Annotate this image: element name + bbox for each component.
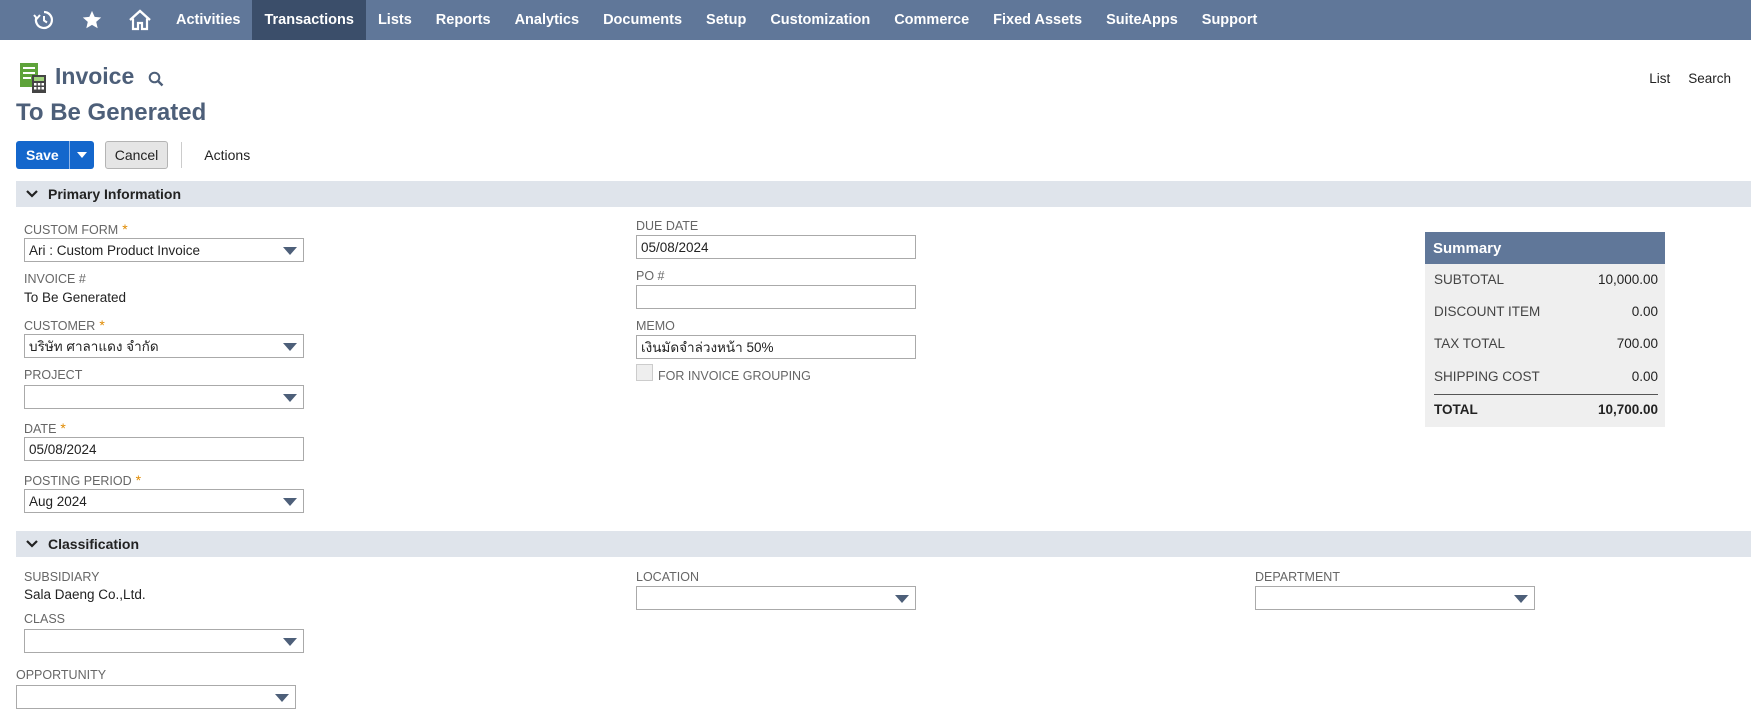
record-name: To Be Generated — [16, 99, 207, 126]
memo-input[interactable]: เงินมัดจำล่วงหน้า 50% — [636, 335, 916, 359]
summary-row-shipping: Shipping Cost 0.00 — [1434, 369, 1658, 384]
required-icon: * — [122, 221, 128, 237]
invoice-grouping-checkbox[interactable] — [636, 364, 653, 381]
save-button[interactable]: Save — [16, 141, 94, 169]
nav-transactions[interactable]: Transactions — [252, 0, 366, 40]
memo-label: Memo — [636, 319, 675, 333]
project-label: Project — [24, 368, 83, 382]
summary-row-discount: Discount Item 0.00 — [1434, 304, 1658, 319]
nav-activities[interactable]: Activities — [164, 0, 252, 40]
nav-analytics[interactable]: Analytics — [503, 0, 591, 40]
nav-commerce[interactable]: Commerce — [882, 0, 981, 40]
posting-period-label: Posting Period * — [24, 472, 142, 488]
nav-documents[interactable]: Documents — [591, 0, 694, 40]
search-icon[interactable] — [148, 71, 164, 90]
invoice-grouping-label: For Invoice Grouping — [658, 369, 811, 383]
dropdown-arrow-icon[interactable] — [895, 595, 909, 603]
location-label: Location — [636, 570, 699, 584]
location-select[interactable] — [636, 586, 916, 610]
po-number-label: PO # — [636, 269, 665, 283]
opportunity-select[interactable] — [16, 685, 296, 709]
star-icon[interactable] — [68, 0, 116, 40]
page-title: Invoice — [55, 63, 135, 89]
search-link[interactable]: Search — [1688, 71, 1731, 86]
dropdown-arrow-icon[interactable] — [283, 343, 297, 351]
custom-form-select[interactable]: Ari : Custom Product Invoice — [24, 238, 304, 262]
nav-reports[interactable]: Reports — [424, 0, 503, 40]
nav-support[interactable]: Support — [1190, 0, 1270, 40]
dropdown-arrow-icon[interactable] — [283, 498, 297, 506]
nav-setup[interactable]: Setup — [694, 0, 758, 40]
button-bar: Save Cancel Actions — [16, 141, 250, 169]
section-primary-information[interactable]: Primary Information — [16, 181, 1751, 207]
dropdown-arrow-icon[interactable] — [283, 247, 297, 255]
department-select[interactable] — [1255, 586, 1535, 610]
nav-suiteapps[interactable]: SuiteApps — [1094, 0, 1190, 40]
recent-records-icon[interactable] — [20, 0, 68, 40]
nav-fixed-assets[interactable]: Fixed Assets — [981, 0, 1094, 40]
summary-row-tax: Tax Total 700.00 — [1434, 336, 1658, 351]
button-divider — [181, 142, 183, 168]
invoice-icon — [20, 63, 48, 93]
opportunity-label: Opportunity — [16, 668, 107, 682]
cancel-button[interactable]: Cancel — [104, 141, 169, 169]
dropdown-arrow-icon[interactable] — [275, 694, 289, 702]
required-icon: * — [99, 317, 105, 333]
po-number-input[interactable] — [636, 285, 916, 309]
dropdown-arrow-icon[interactable] — [283, 638, 297, 646]
list-link[interactable]: List — [1649, 71, 1670, 86]
date-label: Date * — [24, 420, 66, 436]
home-icon[interactable] — [116, 0, 164, 40]
section-classification[interactable]: Classification — [16, 531, 1751, 557]
summary-divider — [1434, 394, 1658, 395]
dropdown-arrow-icon[interactable] — [283, 394, 297, 402]
subsidiary-label: Subsidiary — [24, 570, 100, 584]
summary-title: Summary — [1425, 232, 1665, 264]
invoice-number-label: Invoice # — [24, 272, 86, 286]
section-title: Classification — [48, 536, 140, 552]
date-input[interactable]: 05/08/2024 — [24, 437, 304, 461]
due-date-input[interactable]: 05/08/2024 — [636, 235, 916, 259]
chevron-down-icon[interactable] — [16, 540, 48, 548]
section-title: Primary Information — [48, 186, 182, 202]
required-icon: * — [60, 420, 66, 436]
nav-customization[interactable]: Customization — [758, 0, 882, 40]
header-links: List Search — [1649, 71, 1731, 86]
required-icon: * — [135, 472, 142, 488]
save-options-dropdown-icon[interactable] — [70, 141, 94, 169]
customer-select[interactable]: บริษัท ศาลาแดง จำกัด — [24, 334, 304, 358]
chevron-down-icon[interactable] — [16, 190, 48, 198]
due-date-label: Due Date — [636, 219, 699, 233]
posting-period-select[interactable]: Aug 2024 — [24, 489, 304, 513]
customer-label: Customer * — [24, 317, 105, 333]
summary-panel: Summary Subtotal 10,000.00 Discount Item 0… — [1425, 232, 1665, 427]
summary-row-total: Total 10,700.00 — [1434, 402, 1658, 417]
save-button-label[interactable]: Save — [16, 141, 70, 169]
nav-lists[interactable]: Lists — [366, 0, 424, 40]
actions-menu[interactable]: Actions — [204, 147, 250, 163]
custom-form-label: Custom Form * — [24, 221, 128, 237]
department-label: Department — [1255, 570, 1340, 584]
project-select[interactable] — [24, 385, 304, 409]
summary-row-subtotal: Subtotal 10,000.00 — [1434, 272, 1658, 287]
top-navigation: Activities Transactions Lists Reports An… — [0, 0, 1751, 40]
subsidiary-value: Sala Daeng Co.,Ltd. — [24, 587, 146, 602]
invoice-number-value: To Be Generated — [24, 290, 127, 305]
class-select[interactable] — [24, 629, 304, 653]
class-label: Class — [24, 612, 65, 626]
dropdown-arrow-icon[interactable] — [1514, 595, 1528, 603]
